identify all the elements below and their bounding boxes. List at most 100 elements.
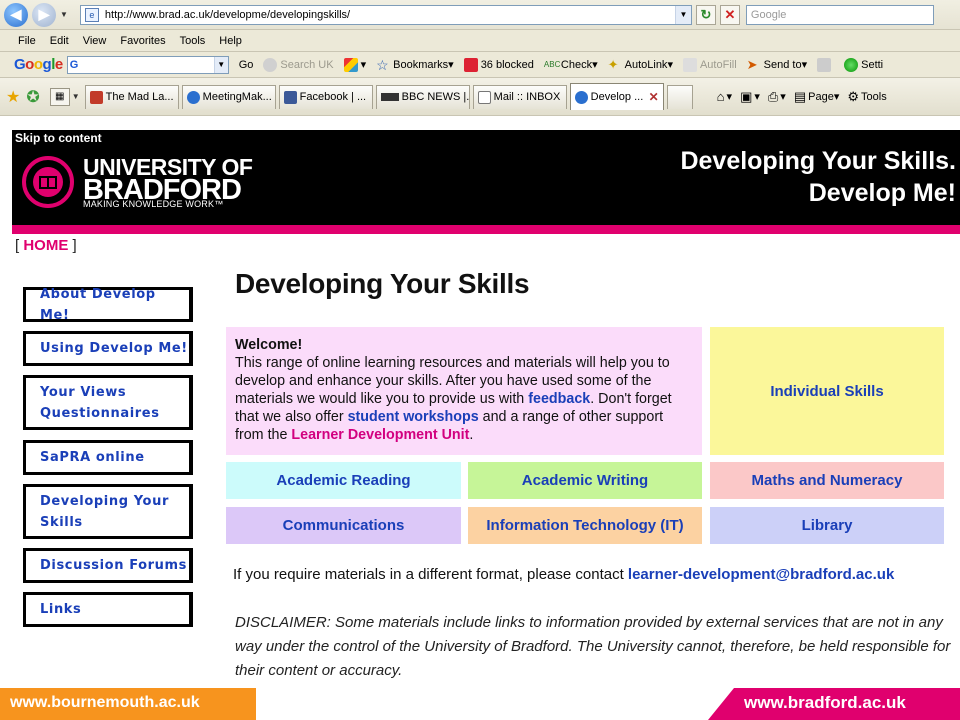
- contact-text: If you require materials in a different …: [233, 566, 628, 583]
- disclaimer-text: DISCLAIMER: Some materials include links…: [235, 614, 951, 679]
- sidebar-item-sapra[interactable]: SaPRA online: [23, 440, 193, 475]
- add-favorite-icon[interactable]: ✪: [26, 87, 39, 107]
- pagerank-button[interactable]: ▾: [343, 57, 366, 72]
- search-input[interactable]: Google: [745, 4, 934, 25]
- favorites-star-icon[interactable]: ★: [6, 87, 20, 107]
- autolink-wand-icon: ✦: [607, 56, 619, 72]
- quick-tabs-icon[interactable]: ▦: [49, 87, 70, 106]
- autofill-icon: [682, 57, 697, 72]
- menu-bar: File Edit View Favorites Tools Help: [0, 30, 960, 52]
- header-title-line2: Develop Me!: [808, 179, 956, 207]
- forward-button[interactable]: ▶: [32, 2, 56, 27]
- sidebar-item-label: About Develop Me!: [40, 286, 156, 323]
- bbc-icon: [380, 93, 399, 101]
- skill-academic-reading[interactable]: Academic Reading: [226, 462, 461, 499]
- sidebar-item-links[interactable]: Links: [23, 592, 193, 627]
- google-logo: Google: [14, 56, 63, 73]
- page-menu-button[interactable]: ▤ Page ▾: [794, 89, 840, 105]
- skill-individual-skills[interactable]: Individual Skills: [710, 327, 944, 455]
- address-dropdown-icon[interactable]: ▼: [674, 5, 691, 24]
- menu-help[interactable]: Help: [219, 35, 242, 47]
- feedback-link[interactable]: feedback: [528, 391, 590, 407]
- tab-mad-la[interactable]: The Mad La...: [84, 84, 179, 109]
- new-tab-button[interactable]: [666, 84, 693, 109]
- skill-maths-numeracy[interactable]: Maths and Numeracy: [710, 462, 944, 499]
- learner-development-unit-link[interactable]: Learner Development Unit: [291, 427, 469, 443]
- feeds-button[interactable]: ▣ ▾: [740, 89, 760, 105]
- home-link[interactable]: HOME: [23, 237, 68, 254]
- google-search-input[interactable]: G ▼: [66, 55, 229, 74]
- refresh-button[interactable]: ↻: [695, 4, 716, 25]
- skip-to-content-link[interactable]: Skip to content: [15, 131, 102, 145]
- sidebar-item-developing-skills[interactable]: Developing Your Skills: [23, 484, 193, 539]
- welcome-text-4: .: [469, 427, 474, 443]
- print-button[interactable]: ⎙ ▾: [768, 89, 786, 105]
- blocked-label: 36 blocked: [480, 58, 534, 71]
- history-dropdown-icon[interactable]: ▼: [60, 10, 68, 19]
- home-breadcrumb: [ HOME ]: [15, 237, 77, 254]
- send-to-icon: ➤: [746, 56, 758, 72]
- search-uk-button[interactable]: Search UK: [263, 57, 334, 72]
- bournemouth-url: www.bournemouth.ac.uk: [10, 694, 200, 711]
- highlight-button[interactable]: [817, 57, 834, 72]
- home-bracket-close: ]: [68, 237, 77, 254]
- pagerank-icon: [343, 57, 358, 72]
- welcome-title: Welcome!: [235, 337, 303, 353]
- skill-label: Library: [801, 517, 853, 534]
- send-to-button[interactable]: ➤ Send to ▾: [746, 56, 807, 72]
- skill-label: Information Technology (IT): [486, 517, 684, 534]
- sidebar-item-your-views[interactable]: Your Views Questionnaires: [23, 375, 193, 430]
- close-tab-icon[interactable]: ✕: [649, 90, 659, 104]
- skill-communications[interactable]: Communications: [226, 507, 461, 544]
- tab-label: BBC NEWS |...: [401, 91, 470, 103]
- go-label: Go: [238, 58, 254, 71]
- back-button[interactable]: ◀: [4, 2, 28, 27]
- send-to-label: Send to: [763, 58, 802, 71]
- address-url[interactable]: http://www.brad.ac.uk/developme/developi…: [105, 9, 675, 21]
- sidebar-item-forums[interactable]: Discussion Forums: [23, 548, 193, 583]
- student-workshops-link[interactable]: student workshops: [348, 409, 479, 425]
- settings-button[interactable]: Setti: [844, 57, 883, 72]
- sidebar-item-about[interactable]: About Develop Me!: [23, 287, 193, 323]
- skill-label: Maths and Numeracy: [751, 472, 903, 489]
- tab-develop-active[interactable]: Develop ... ✕: [569, 83, 664, 110]
- sidebar-item-using[interactable]: Using Develop Me!: [23, 331, 193, 366]
- tab-mail-inbox[interactable]: Mail :: INBOX: [472, 84, 567, 109]
- skill-label: Communications: [282, 517, 405, 534]
- sidebar-item-label: Using Develop Me!: [40, 341, 188, 356]
- address-input[interactable]: e http://www.brad.ac.uk/developme/develo…: [79, 4, 692, 25]
- bradford-url: www.bradford.ac.uk: [744, 693, 906, 712]
- menu-view[interactable]: View: [83, 35, 107, 47]
- go-button[interactable]: Go: [239, 59, 254, 71]
- tab-label: Develop ...: [590, 91, 644, 103]
- tab-bar: ★ ✪ ▦ ▼ The Mad La... MeetingMak... Face…: [0, 78, 960, 116]
- bookmarks-button[interactable]: ☆ Bookmarks ▾: [376, 58, 454, 72]
- contact-email-link[interactable]: learner-development@bradford.ac.uk: [628, 566, 894, 583]
- home-icon: ⌂: [716, 89, 725, 104]
- tab-facebook[interactable]: Facebook | ...: [278, 84, 373, 109]
- tab-list-dropdown-icon[interactable]: ▼: [72, 92, 80, 101]
- home-toolbar-button[interactable]: ⌂ ▾: [717, 89, 732, 104]
- skill-academic-writing[interactable]: Academic Writing: [468, 462, 702, 499]
- tab-bbc-news[interactable]: BBC NEWS |...: [375, 84, 470, 109]
- header-title-line1: Developing Your Skills.: [680, 147, 956, 175]
- tab-meetingmak[interactable]: MeetingMak...: [181, 84, 276, 109]
- skill-label: Academic Writing: [521, 472, 649, 489]
- menu-edit[interactable]: Edit: [50, 35, 69, 47]
- skill-information-technology[interactable]: Information Technology (IT): [468, 507, 702, 544]
- ie-page-icon: [574, 90, 588, 104]
- stop-button[interactable]: ✕: [719, 4, 740, 25]
- tab-label: The Mad La...: [105, 91, 174, 103]
- tab-favicon-icon: [89, 90, 103, 104]
- google-search-dropdown-icon[interactable]: ▼: [213, 56, 228, 73]
- menu-favorites[interactable]: Favorites: [120, 35, 165, 47]
- spell-check-button[interactable]: ABC Check ▾: [544, 58, 598, 72]
- autofill-button[interactable]: AutoFill: [682, 57, 737, 72]
- skill-library[interactable]: Library: [710, 507, 944, 544]
- tools-menu-button[interactable]: ⚙ Tools: [847, 89, 886, 105]
- popup-blocker-button[interactable]: 36 blocked: [463, 57, 534, 72]
- menu-tools[interactable]: Tools: [180, 35, 206, 47]
- autolink-button[interactable]: ✦ AutoLink ▾: [607, 56, 673, 72]
- tab-label: MeetingMak...: [202, 91, 272, 103]
- menu-file[interactable]: File: [18, 35, 36, 47]
